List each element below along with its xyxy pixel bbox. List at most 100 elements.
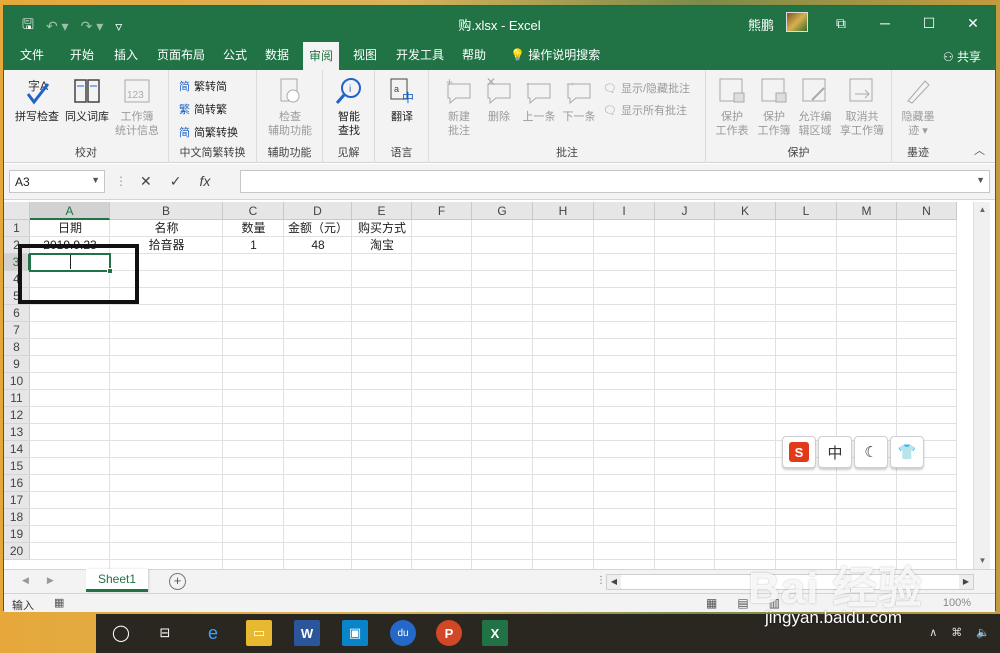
avatar[interactable]	[786, 12, 808, 32]
column-header-a[interactable]: A	[30, 202, 110, 220]
task-view-icon[interactable]: ⊟	[152, 620, 178, 646]
sheet-next-icon[interactable]: ▶	[47, 575, 54, 586]
insert-function-icon[interactable]: fx	[199, 173, 210, 190]
chevron-up-icon[interactable]: ∧	[929, 626, 937, 639]
column-header-f[interactable]: F	[412, 202, 472, 220]
collapse-ribbon-icon[interactable]: ︿	[974, 142, 985, 158]
shirt-icon[interactable]: 👕	[890, 436, 924, 468]
column-header-n[interactable]: N	[897, 202, 957, 220]
row-header-15[interactable]: 15	[4, 458, 30, 475]
unshare-workbook-button[interactable]: 取消共 享工作簿	[836, 76, 888, 138]
cell-c1[interactable]: 数量	[223, 220, 284, 237]
maximize-button[interactable]: ☐	[907, 6, 951, 40]
next-comment-button[interactable]: → 下一条	[559, 75, 599, 124]
cortana-icon[interactable]: ◯	[108, 620, 134, 646]
sheet-tab-sheet1[interactable]: Sheet1	[86, 569, 148, 592]
volume-icon[interactable]: 🔈	[976, 626, 990, 639]
column-header-d[interactable]: D	[284, 202, 352, 220]
app-icon[interactable]: ▣	[342, 620, 368, 646]
moon-icon[interactable]: ☾	[854, 436, 888, 468]
tab-view[interactable]: 视图	[347, 40, 383, 70]
column-header-l[interactable]: L	[776, 202, 837, 220]
add-sheet-icon[interactable]: +	[169, 573, 186, 590]
normal-view-icon[interactable]: ▦	[706, 596, 717, 610]
row-header-10[interactable]: 10	[4, 373, 30, 390]
chinese-conversion-button[interactable]: 简简繁转换	[179, 124, 238, 140]
enter-icon[interactable]: ✓	[170, 173, 182, 190]
row-header-19[interactable]: 19	[4, 526, 30, 543]
tab-page-layout[interactable]: 页面布局	[151, 40, 211, 70]
column-header-b[interactable]: B	[110, 202, 223, 220]
tab-developer[interactable]: 开发工具	[390, 40, 450, 70]
thesaurus-button[interactable]: 同义词库	[62, 76, 112, 124]
excel-icon[interactable]: X	[482, 620, 508, 646]
share-button[interactable]: ⚇ 共享	[943, 48, 981, 65]
column-header-h[interactable]: H	[533, 202, 594, 220]
ime-language-button[interactable]: 中	[818, 436, 852, 468]
delete-comment-button[interactable]: ✕ 删除	[481, 75, 517, 124]
new-comment-button[interactable]: + 新建 批注	[439, 75, 479, 138]
column-header-g[interactable]: G	[472, 202, 533, 220]
cell-e2[interactable]: 淘宝	[352, 237, 412, 254]
tab-data[interactable]: 数据	[259, 40, 295, 70]
traditional-to-simplified-button[interactable]: 简繁转简	[179, 78, 227, 94]
row-header-13[interactable]: 13	[4, 424, 30, 441]
show-all-comments-button[interactable]: 🗨 显示所有批注	[603, 102, 687, 118]
spreadsheet-grid[interactable]: A B C D E F G H I J K L M N 1 2 3 4 5 6 7 8 9 10 11 12 13 14 15 16 17 1…	[4, 202, 972, 569]
column-header-i[interactable]: I	[594, 202, 655, 220]
row-header-9[interactable]: 9	[4, 356, 30, 373]
scroll-down-icon[interactable]: ▼	[974, 553, 991, 569]
column-header-m[interactable]: M	[837, 202, 897, 220]
sheet-prev-icon[interactable]: ◀	[22, 575, 29, 586]
cell-e1[interactable]: 购买方式	[352, 220, 412, 237]
user-name[interactable]: 熊鹏	[748, 15, 774, 34]
translate-button[interactable]: a中 翻译	[383, 76, 421, 124]
check-accessibility-button[interactable]: 检查 辅助功能	[263, 76, 317, 138]
expand-formula-icon[interactable]: ▼	[976, 175, 985, 185]
cell-a1[interactable]: 日期	[30, 220, 110, 237]
minimize-button[interactable]: ─	[863, 6, 907, 40]
row-header-16[interactable]: 16	[4, 475, 30, 492]
column-header-c[interactable]: C	[223, 202, 284, 220]
tab-home[interactable]: 开始	[64, 40, 100, 70]
protect-workbook-button[interactable]: 保护 工作簿	[754, 76, 794, 138]
column-header-j[interactable]: J	[655, 202, 715, 220]
edge-icon[interactable]: e	[200, 620, 226, 646]
smart-lookup-button[interactable]: i 智能 查找	[329, 76, 369, 138]
tell-me-search[interactable]: 💡 操作说明搜索	[504, 40, 606, 70]
cancel-icon[interactable]: ✕	[140, 173, 152, 190]
row-header-11[interactable]: 11	[4, 390, 30, 407]
row-header-14[interactable]: 14	[4, 441, 30, 458]
network-icon[interactable]: ⌘	[951, 626, 962, 639]
splitter-grip-icon[interactable]: ⋮	[596, 575, 606, 586]
formula-input[interactable]: ▼	[240, 170, 990, 193]
row-header-20[interactable]: 20	[4, 543, 30, 560]
cell-d1[interactable]: 金额（元）	[284, 220, 352, 237]
page-layout-view-icon[interactable]: ▤	[737, 596, 748, 610]
tab-file[interactable]: 文件	[14, 40, 50, 70]
scroll-right-icon[interactable]: ▶	[959, 575, 973, 589]
file-explorer-icon[interactable]: ▭	[246, 620, 272, 646]
column-header-k[interactable]: K	[715, 202, 776, 220]
row-header-6[interactable]: 6	[4, 305, 30, 322]
spelling-button[interactable]: 字A 拼写检查	[12, 76, 62, 124]
row-header-17[interactable]: 17	[4, 492, 30, 509]
scroll-up-icon[interactable]: ▲	[974, 202, 991, 218]
select-all-corner[interactable]	[4, 202, 30, 220]
close-button[interactable]: ✕	[951, 6, 995, 40]
show-hide-comment-button[interactable]: 🗨 显示/隐藏批注	[603, 80, 690, 96]
name-box[interactable]: A3 ▼	[9, 170, 105, 193]
column-header-e[interactable]: E	[352, 202, 412, 220]
row-header-18[interactable]: 18	[4, 509, 30, 526]
vertical-scrollbar[interactable]: ▲ ▼	[973, 202, 990, 569]
scroll-left-icon[interactable]: ◀	[607, 575, 621, 589]
powerpoint-icon[interactable]: P	[436, 620, 462, 646]
protect-sheet-button[interactable]: 保护 工作表	[712, 76, 752, 138]
tab-help[interactable]: 帮助	[456, 40, 492, 70]
workbook-stats-button[interactable]: 123 工作簿 统计信息	[110, 76, 164, 138]
cell-d2[interactable]: 48	[284, 237, 352, 254]
word-icon[interactable]: W	[294, 620, 320, 646]
ribbon-display-icon[interactable]: ⧉	[819, 6, 863, 40]
cell-c2[interactable]: 1	[223, 237, 284, 254]
row-header-1[interactable]: 1	[4, 220, 30, 237]
